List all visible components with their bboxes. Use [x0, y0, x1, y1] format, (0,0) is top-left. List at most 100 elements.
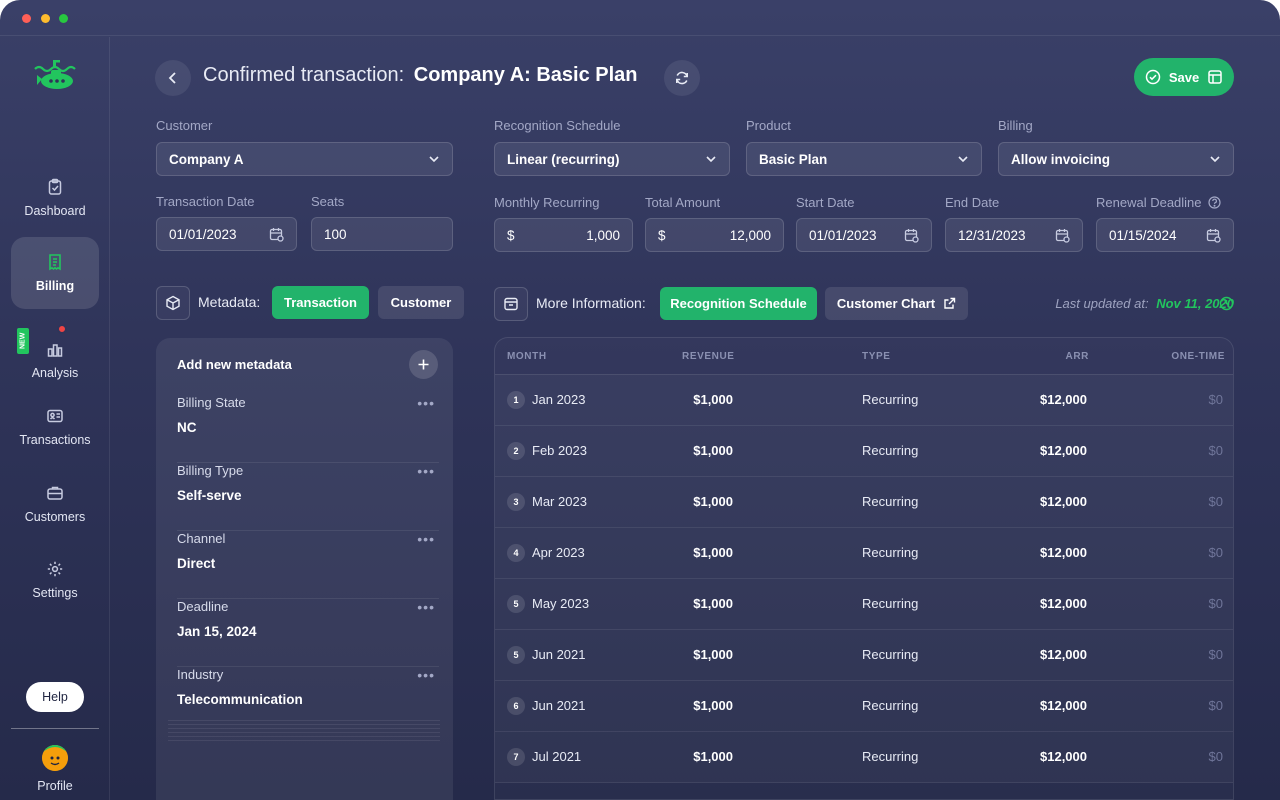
month-cell: Feb 2023 — [532, 443, 587, 458]
table-icon — [1208, 70, 1222, 84]
total-amount-field[interactable]: $ 12,000 — [645, 218, 784, 252]
end-date-field[interactable]: 12/31/2023 — [945, 218, 1083, 252]
calendar-icon — [269, 227, 284, 242]
one-time-cell: $0 — [1208, 698, 1223, 713]
tab-customer[interactable]: Customer — [378, 286, 464, 319]
sidebar: Dashboard Billing NEW Analysis Transacti… — [0, 37, 110, 800]
monthly-recurring-field[interactable]: $ 1,000 — [494, 218, 633, 252]
help-circle-icon[interactable] — [1208, 196, 1221, 209]
sidebar-item-label: Customers — [24, 510, 86, 524]
customer-value: Company A — [169, 151, 244, 167]
product-label: Product — [746, 118, 791, 133]
refresh-button[interactable] — [664, 60, 700, 96]
more-options-icon[interactable]: ••• — [417, 667, 435, 683]
refresh-icon — [676, 71, 688, 85]
page-title-name: Company A: Basic Plan — [413, 64, 638, 86]
table-row[interactable]: 2 Feb 2023 $1,000 Recurring $12,000 $0 — [495, 426, 1233, 477]
page-title: Confirmed transaction: Company A: Basic … — [203, 64, 638, 87]
start-date-field[interactable]: 01/01/2023 — [796, 218, 932, 252]
more-options-icon[interactable]: ••• — [417, 531, 435, 547]
row-number: 7 — [507, 748, 525, 766]
chevron-left-icon — [168, 72, 176, 84]
metadata-item[interactable]: Billing Type ••• Self-serve — [177, 463, 439, 531]
renewal-deadline-field[interactable]: 01/15/2024 — [1096, 218, 1234, 252]
type-cell: Recurring — [862, 392, 919, 407]
page-title-prefix: Confirmed transaction: — [203, 64, 405, 86]
one-time-cell: $0 — [1208, 749, 1223, 764]
chevron-down-icon — [429, 156, 439, 163]
type-cell: Recurring — [862, 596, 919, 611]
external-link-icon — [944, 297, 956, 309]
tab-customer-chart[interactable]: Customer Chart — [825, 287, 968, 320]
type-cell: Recurring — [862, 647, 919, 662]
billing-label: Billing — [998, 118, 1033, 133]
help-button[interactable]: Help — [26, 682, 84, 712]
add-metadata-button[interactable] — [409, 350, 438, 379]
metadata-item[interactable]: Billing State ••• NC — [177, 395, 439, 463]
month-cell: Jan 2023 — [532, 392, 586, 407]
customer-label: Customer — [156, 118, 213, 133]
maximize-window-button[interactable] — [59, 14, 68, 23]
minimize-window-button[interactable] — [41, 14, 50, 23]
table-row[interactable]: 5 May 2023 $1,000 Recurring $12,000 $0 — [495, 579, 1233, 630]
billing-select[interactable]: Allow invoicing — [998, 142, 1234, 176]
sidebar-item-dashboard[interactable]: Dashboard — [11, 162, 99, 234]
table-row[interactable]: 7 Jul 2021 $1,000 Recurring $12,000 $0 — [495, 732, 1233, 783]
customer-select[interactable]: Company A — [156, 142, 453, 176]
revenue-cell: $1,000 — [693, 494, 733, 509]
briefcase-icon — [47, 486, 63, 500]
more-info-box-button[interactable] — [494, 287, 528, 321]
seats-field[interactable]: 100 — [311, 217, 453, 251]
tab-transaction[interactable]: Transaction — [272, 286, 369, 319]
sidebar-item-analysis[interactable]: NEW Analysis — [11, 324, 99, 396]
sidebar-item-customers[interactable]: Customers — [11, 468, 99, 540]
currency-symbol: $ — [658, 227, 666, 243]
profile-label[interactable]: Profile — [0, 779, 110, 793]
transaction-date-field[interactable]: 01/01/2023 — [156, 217, 297, 251]
arr-cell: $12,000 — [1040, 647, 1087, 662]
month-cell: Jul 2021 — [532, 749, 582, 764]
more-options-icon[interactable]: ••• — [417, 395, 435, 411]
revenue-cell: $1,000 — [693, 545, 733, 560]
product-select[interactable]: Basic Plan — [746, 142, 982, 176]
cube-icon — [166, 295, 180, 311]
sidebar-item-billing[interactable]: Billing — [11, 237, 99, 309]
close-window-button[interactable] — [22, 14, 31, 23]
table-row[interactable]: 1 Jan 2023 $1,000 Recurring $12,000 $0 — [495, 375, 1233, 426]
avatar[interactable] — [42, 745, 68, 771]
recognition-schedule-select[interactable]: Linear (recurring) — [494, 142, 730, 176]
avatar-face-icon — [42, 745, 68, 771]
revenue-cell: $1,000 — [693, 749, 733, 764]
type-cell: Recurring — [862, 749, 919, 764]
sidebar-item-transactions[interactable]: Transactions — [11, 391, 99, 463]
sidebar-item-label: Billing — [35, 279, 75, 293]
check-circle-icon — [1145, 69, 1161, 85]
one-time-cell: $0 — [1208, 647, 1223, 662]
calendar-icon — [1206, 228, 1221, 243]
more-options-icon[interactable]: ••• — [417, 463, 435, 479]
sidebar-item-label: Settings — [32, 586, 78, 600]
metadata-item[interactable]: Channel ••• Direct — [177, 531, 439, 599]
column-header-revenue: REVENUE — [682, 351, 735, 362]
monthly-recurring-label: Monthly Recurring — [494, 195, 600, 210]
sidebar-item-settings[interactable]: Settings — [11, 544, 99, 616]
calendar-icon — [904, 228, 919, 243]
metadata-box-button[interactable] — [156, 286, 190, 320]
id-card-icon — [47, 409, 63, 423]
metadata-item[interactable]: Deadline ••• Jan 15, 2024 — [177, 599, 439, 667]
metadata-label: Metadata: — [198, 294, 261, 310]
save-button[interactable]: Save — [1134, 58, 1234, 96]
new-badge: NEW — [17, 328, 29, 354]
tab-recognition-schedule[interactable]: Recognition Schedule — [660, 287, 817, 320]
type-cell: Recurring — [862, 698, 919, 713]
table-row[interactable]: 3 Mar 2023 $1,000 Recurring $12,000 $0 — [495, 477, 1233, 528]
table-row[interactable]: 5 Jun 2021 $1,000 Recurring $12,000 $0 — [495, 630, 1233, 681]
revenue-cell: $1,000 — [693, 698, 733, 713]
metadata-value: Telecommunication — [177, 692, 303, 707]
back-button[interactable] — [155, 60, 191, 96]
table-row[interactable]: 6 Jun 2021 $1,000 Recurring $12,000 $0 — [495, 681, 1233, 732]
table-row[interactable]: 4 Apr 2023 $1,000 Recurring $12,000 $0 — [495, 528, 1233, 579]
start-date-value: 01/01/2023 — [809, 227, 877, 243]
transaction-date-value: 01/01/2023 — [169, 226, 237, 242]
more-options-icon[interactable]: ••• — [417, 599, 435, 615]
